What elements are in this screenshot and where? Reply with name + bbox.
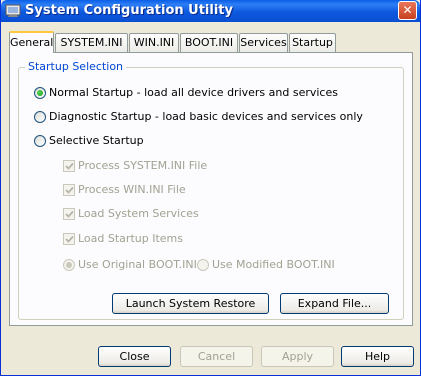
system-config-icon <box>5 4 21 17</box>
load-startup-items-checkbox[interactable] <box>63 233 75 245</box>
close-window-button[interactable]: ✕ <box>398 1 417 20</box>
checkmark-icon <box>65 186 74 194</box>
load-system-services-label: Load System Services <box>78 207 199 220</box>
startup-selection-label: Startup Selection <box>25 60 127 73</box>
selective-startup-label: Selective Startup <box>49 134 144 147</box>
tab-startup[interactable]: Startup <box>289 33 336 52</box>
diagnostic-startup-label: Diagnostic Startup - load basic devices … <box>49 110 363 123</box>
close-icon: ✕ <box>402 3 413 17</box>
process-system-ini-label: Process SYSTEM.INI File <box>78 159 208 172</box>
use-modified-boot-ini-label: Use Modified BOOT.INI <box>212 258 335 271</box>
tab-win-ini[interactable]: WIN.INI <box>129 33 179 52</box>
tab-boot-ini[interactable]: BOOT.INI <box>180 33 238 52</box>
startup-selection-group <box>18 67 404 320</box>
tab-general[interactable]: General <box>9 31 54 53</box>
process-win-ini-checkbox[interactable] <box>63 184 75 196</box>
checkmark-icon <box>65 162 74 170</box>
load-system-services-checkbox[interactable] <box>63 208 75 220</box>
launch-system-restore-button[interactable]: Launch System Restore <box>112 293 269 314</box>
tab-system-ini[interactable]: SYSTEM.INI <box>55 33 128 52</box>
help-button[interactable]: Help <box>341 346 414 367</box>
window-title: System Configuration Utility <box>25 3 233 18</box>
system-configuration-dialog: System Configuration Utility ✕ General S… <box>0 0 421 376</box>
use-original-boot-ini-radio[interactable] <box>63 259 75 271</box>
apply-button[interactable]: Apply <box>261 346 334 367</box>
normal-startup-label: Normal Startup - load all device drivers… <box>49 86 338 99</box>
cancel-button[interactable]: Cancel <box>180 346 253 367</box>
selective-startup-radio[interactable] <box>34 135 46 147</box>
tab-services[interactable]: Services <box>239 33 288 52</box>
expand-file-button[interactable]: Expand File... <box>280 293 389 314</box>
load-startup-items-label: Load Startup Items <box>78 232 183 245</box>
title-bar[interactable]: System Configuration Utility ✕ <box>1 0 420 22</box>
process-system-ini-checkbox[interactable] <box>63 160 75 172</box>
diagnostic-startup-radio[interactable] <box>34 111 46 123</box>
use-modified-boot-ini-radio[interactable] <box>197 259 209 271</box>
checkmark-icon <box>65 210 74 218</box>
checkmark-icon <box>65 235 74 243</box>
close-button[interactable]: Close <box>98 346 171 367</box>
use-original-boot-ini-label: Use Original BOOT.INI <box>78 258 197 271</box>
normal-startup-radio[interactable] <box>34 87 46 99</box>
process-win-ini-label: Process WIN.INI File <box>78 183 186 196</box>
